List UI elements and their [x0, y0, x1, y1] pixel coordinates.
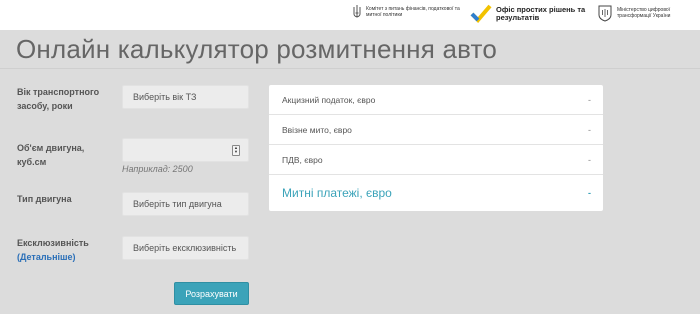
engine-type-label: Тип двигуна [17, 194, 72, 204]
age-label: Вік транспортного засобу, роки [17, 87, 100, 111]
committee-logo-text: Комітет з питань фінансів, податкової та… [366, 5, 460, 18]
ministry-shield-icon [598, 5, 612, 22]
header-bar: Комітет з питань фінансів, податкової та… [0, 0, 700, 30]
office-logo[interactable]: Офіс простих рішень та результатів [470, 4, 586, 24]
trident-icon [353, 5, 361, 18]
exclusive-details-link[interactable]: (Детальніше) [17, 252, 76, 262]
duty-value: - [588, 124, 591, 135]
volume-label: Об'єм двигуна, куб.см [17, 143, 85, 167]
engine-type-select[interactable]: Виберіть тип двигуна [122, 192, 249, 216]
calculate-button[interactable]: Розрахувати [174, 282, 249, 305]
vat-label: ПДВ, євро [282, 154, 323, 165]
results-panel: Акцизний податок, євро - Ввізне мито, єв… [269, 85, 603, 211]
title-divider [0, 68, 700, 69]
excise-label: Акцизний податок, євро [282, 94, 376, 105]
page-title: Онлайн калькулятор розмитнення авто [16, 34, 498, 64]
stepper-arrows-icon[interactable]: ▲ ▼ [232, 145, 240, 156]
ministry-logo-text: Міністерство цифрової трансформації Укра… [617, 7, 671, 19]
result-row-vat: ПДВ, євро - [269, 145, 603, 175]
excise-value: - [588, 94, 591, 105]
age-select[interactable]: Виберіть вік ТЗ [122, 85, 249, 109]
total-label: Митні платежі, євро [282, 186, 392, 200]
vat-value: - [588, 154, 591, 165]
volume-hint: Наприклад: 2500 [122, 164, 193, 174]
duty-label: Ввізне мито, євро [282, 124, 352, 135]
total-value: - [588, 188, 591, 198]
committee-logo[interactable]: Комітет з питань фінансів, податкової та… [352, 4, 471, 19]
exclusive-select[interactable]: Виберіть ексклюзивність [122, 236, 249, 260]
office-check-icon [470, 4, 492, 23]
result-row-excise: Акцизний податок, євро - [269, 85, 603, 115]
ministry-logo[interactable]: Міністерство цифрової трансформації Укра… [597, 4, 692, 22]
office-logo-text: Офіс простих рішень та результатів [496, 5, 586, 22]
result-row-total: Митні платежі, євро - [269, 175, 603, 211]
volume-input[interactable]: ▲ ▼ [122, 138, 249, 162]
exclusive-label: Ексклюзивність [17, 238, 89, 248]
exclusive-label-block: Ексклюзивність (Детальніше) [17, 236, 89, 264]
result-row-duty: Ввізне мито, євро - [269, 115, 603, 145]
